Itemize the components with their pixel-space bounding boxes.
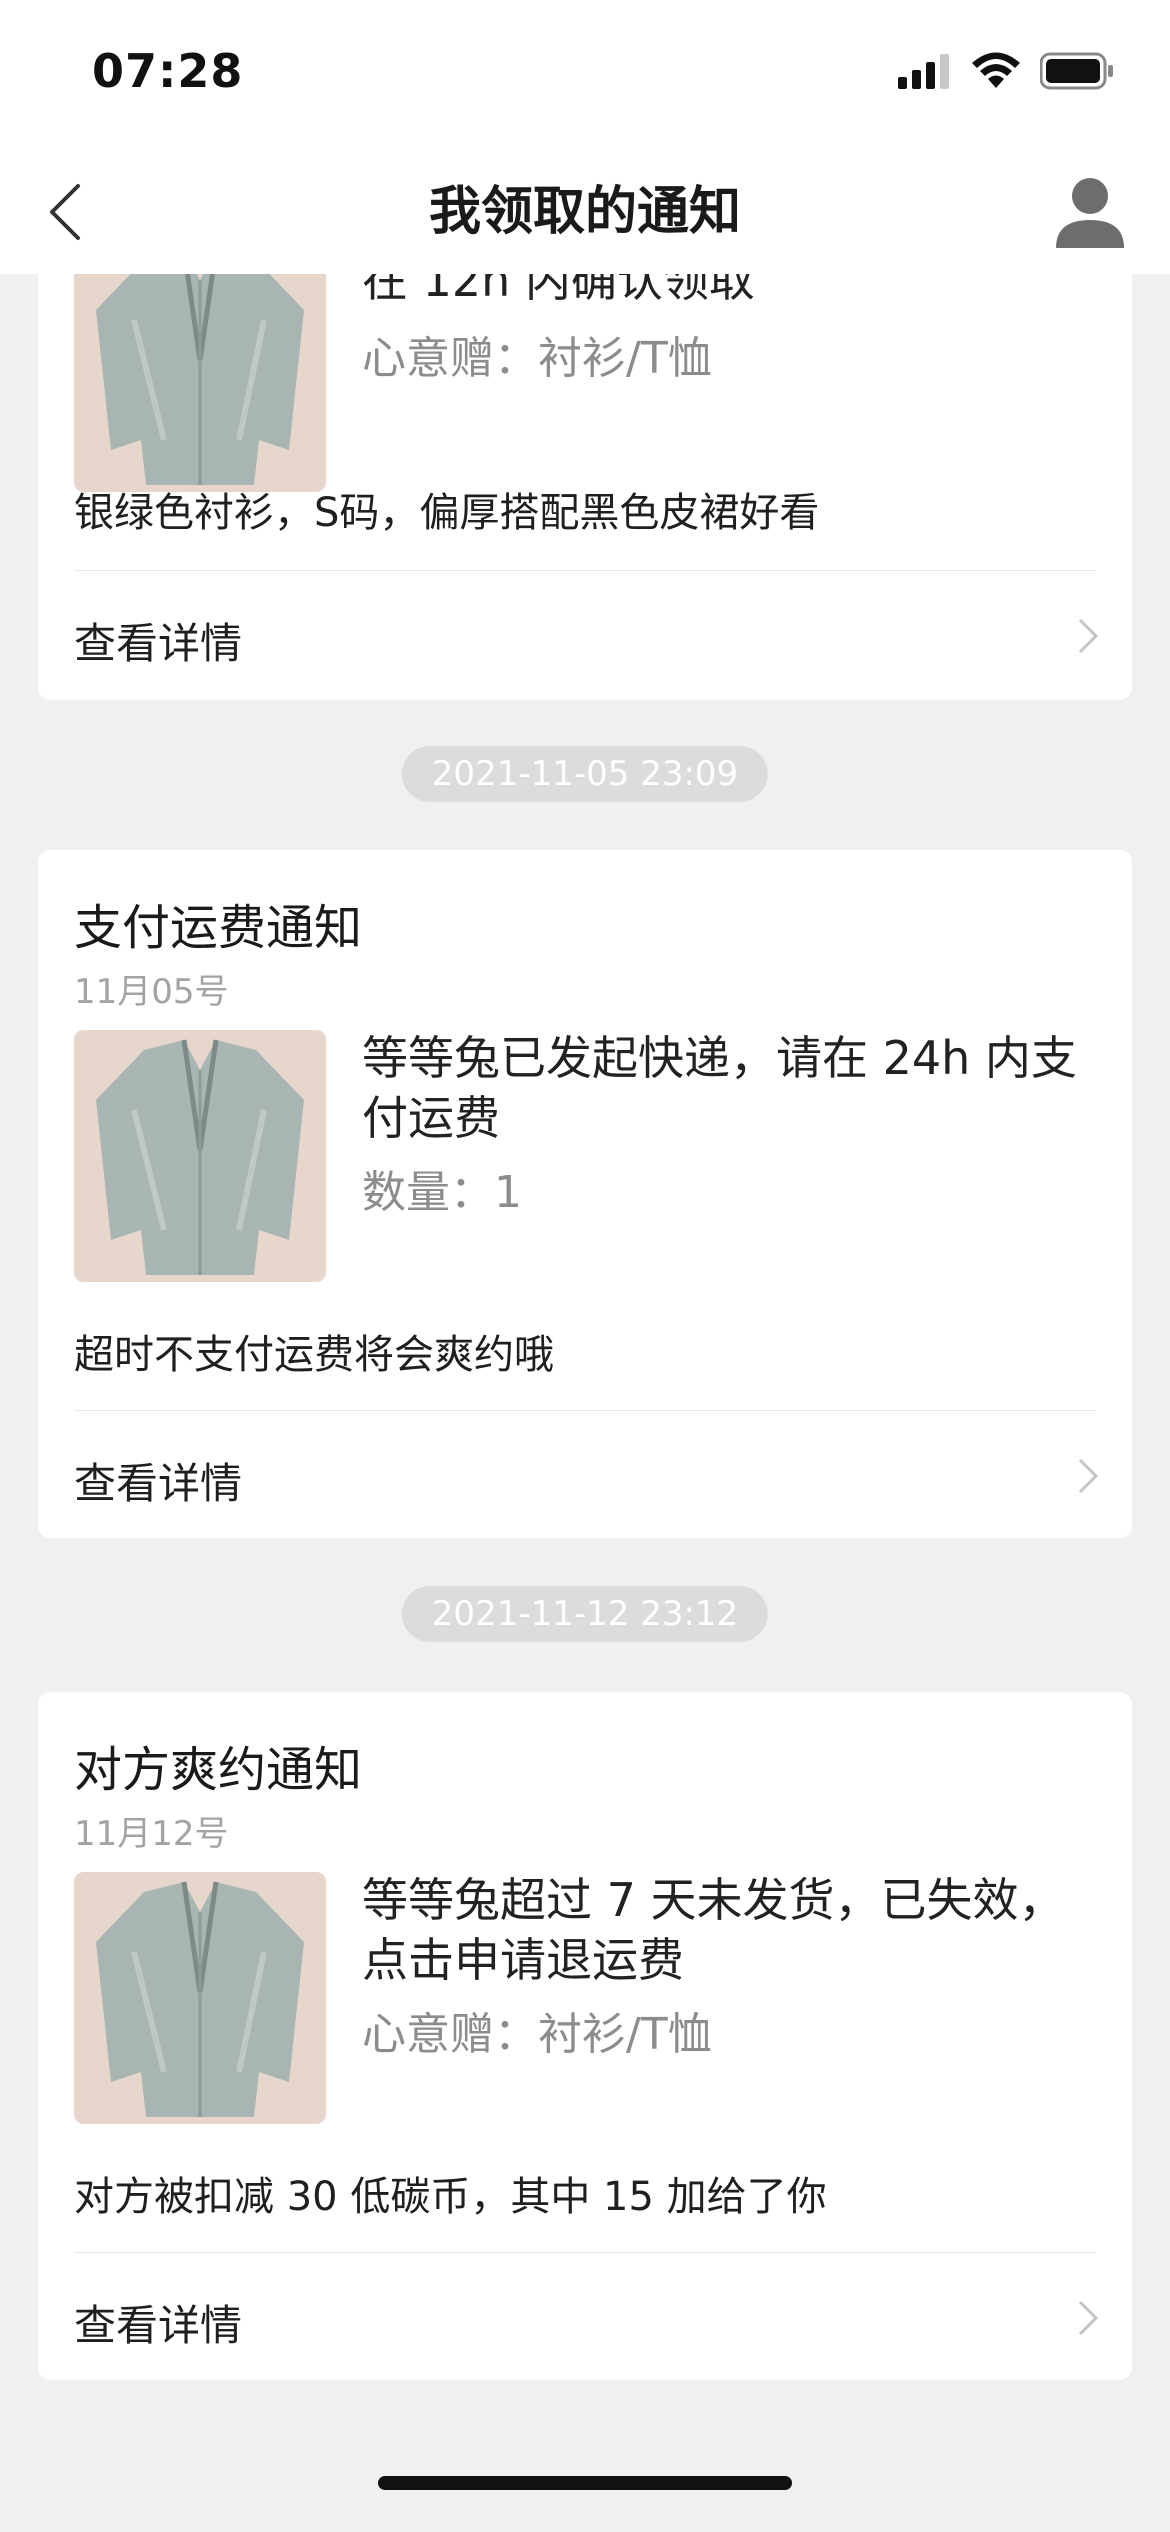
timestamp-pill: 2021-11-12 23:12 [401,1586,769,1642]
view-details-label: 查看详情 [74,619,243,668]
divider [74,1410,1096,1411]
notification-date: 11月12号 [74,1814,229,1854]
notification-remark: 银绿色衬衫，S码，偏厚搭配黑色皮裙好看 [74,490,820,536]
chevron-right-icon [1078,2300,1099,2336]
shirt-image [74,1030,326,1282]
cellular-signal-icon [898,54,949,89]
timestamp-pill: 2021-11-05 23:09 [401,746,769,802]
notification-card: 支付运费通知 11月05号 等等兔已发起快递，请在 24h 内支付运费 数量：1… [38,850,1132,1538]
status-time: 07:28 [92,44,244,98]
notification-remark: 对方被扣减 30 低碳币，其中 15 加给了你 [74,2174,827,2220]
view-details-button[interactable]: 查看详情 [38,572,1132,700]
status-bar: 07:28 [0,0,1170,150]
notification-title: 支付运费通知 [74,900,363,956]
navigation-bar: 我领取的通知 [0,150,1170,274]
item-thumbnail [74,1872,326,2124]
notification-message: 等等兔已发起快递，请在 24h 内支付运费 [362,1031,1077,1145]
notification-card: 对方爽约通知 11月12号 等等兔超过 7 天未发货，已失效，点击申请退运费 心… [38,1692,1132,2380]
battery-icon [1040,52,1113,90]
home-indicator [378,2476,792,2490]
chevron-right-icon [1078,1458,1099,1494]
profile-button[interactable] [1048,170,1132,254]
user-icon [1056,178,1124,248]
divider [74,2252,1096,2253]
view-details-label: 查看详情 [74,1459,243,1508]
view-details-label: 查看详情 [74,2301,243,2350]
item-category: 心意赠：衬衫/T恤 [362,333,712,384]
item-category: 心意赠：衬衫/T恤 [362,2009,712,2060]
notification-remark: 超时不支付运费将会爽约哦 [74,1332,554,1378]
view-details-button[interactable]: 查看详情 [38,2254,1132,2382]
view-details-button[interactable]: 查看详情 [38,1412,1132,1540]
shirt-image [74,240,326,492]
divider [74,570,1096,571]
notification-date: 11月05号 [74,972,229,1012]
wifi-icon [972,52,1020,88]
page-title: 我领取的通知 [428,182,741,242]
chevron-right-icon [1078,618,1099,654]
item-thumbnail [74,1030,326,1282]
item-thumbnail [74,240,326,492]
shirt-image [74,1872,326,2124]
notification-message: 等等兔超过 7 天未发货，已失效，点击申请退运费 [362,1873,1065,1987]
notification-title: 对方爽约通知 [74,1742,363,1798]
item-quantity: 数量：1 [362,1167,522,1218]
status-icons [898,52,1114,90]
